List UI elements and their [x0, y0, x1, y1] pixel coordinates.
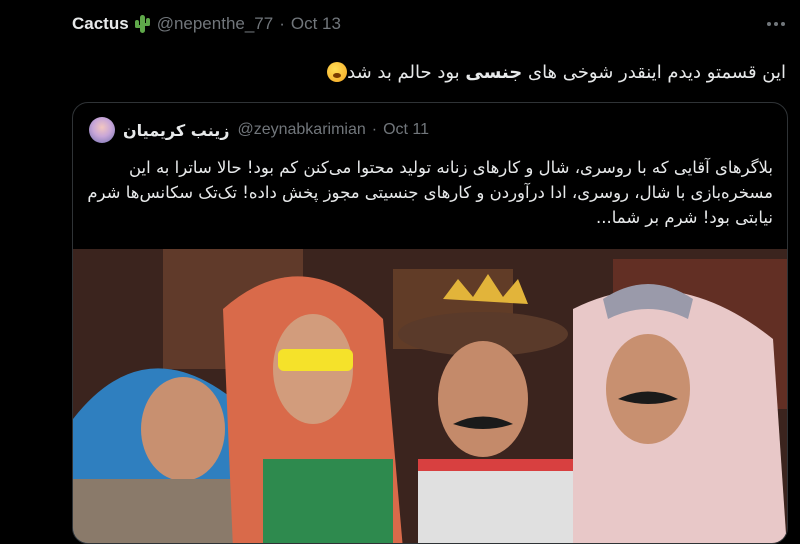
- tweet-date[interactable]: Oct 13: [291, 14, 341, 34]
- photo-illustration: [73, 249, 787, 543]
- tweet-text-part: این قسمتو دیدم اینقدر شوخی های: [522, 62, 786, 83]
- quoted-author-handle[interactable]: @zeynabkarimian: [237, 121, 365, 139]
- cactus-emoji-icon: [133, 14, 151, 34]
- more-options-icon[interactable]: [764, 14, 788, 34]
- tweet-text-bold: جنسی: [465, 62, 523, 83]
- quoted-tweet-card[interactable]: زینب کریمیان @zeynabkarimian · Oct 11 بل…: [72, 102, 788, 544]
- tweet-text-part: بود حالم بد شد: [347, 62, 466, 83]
- tweet: Cactus @nepenthe_77 · Oct 13 این قسمتو د…: [0, 0, 800, 544]
- quoted-tweet-image[interactable]: [73, 249, 787, 543]
- quoted-tweet-date[interactable]: Oct 11: [383, 121, 429, 139]
- tweet-header: Cactus @nepenthe_77 · Oct 13: [72, 10, 788, 38]
- separator-dot: ·: [279, 14, 285, 33]
- avatar[interactable]: [89, 117, 115, 143]
- author-name[interactable]: Cactus: [72, 14, 129, 34]
- author-handle[interactable]: @nepenthe_77: [157, 14, 274, 34]
- separator-dot: ·: [371, 121, 378, 138]
- quoted-tweet-text: بلاگرهای آقایی که با روسری، شال و کارهای…: [87, 158, 773, 227]
- quoted-tweet-header: زینب کریمیان @zeynabkarimian · Oct 11: [73, 115, 787, 145]
- yawning-face-emoji-icon: [327, 62, 348, 82]
- quoted-author-name[interactable]: زینب کریمیان: [123, 121, 229, 140]
- tweet-text: این قسمتو دیدم اینقدر شوخی های جنسی بود …: [70, 62, 786, 83]
